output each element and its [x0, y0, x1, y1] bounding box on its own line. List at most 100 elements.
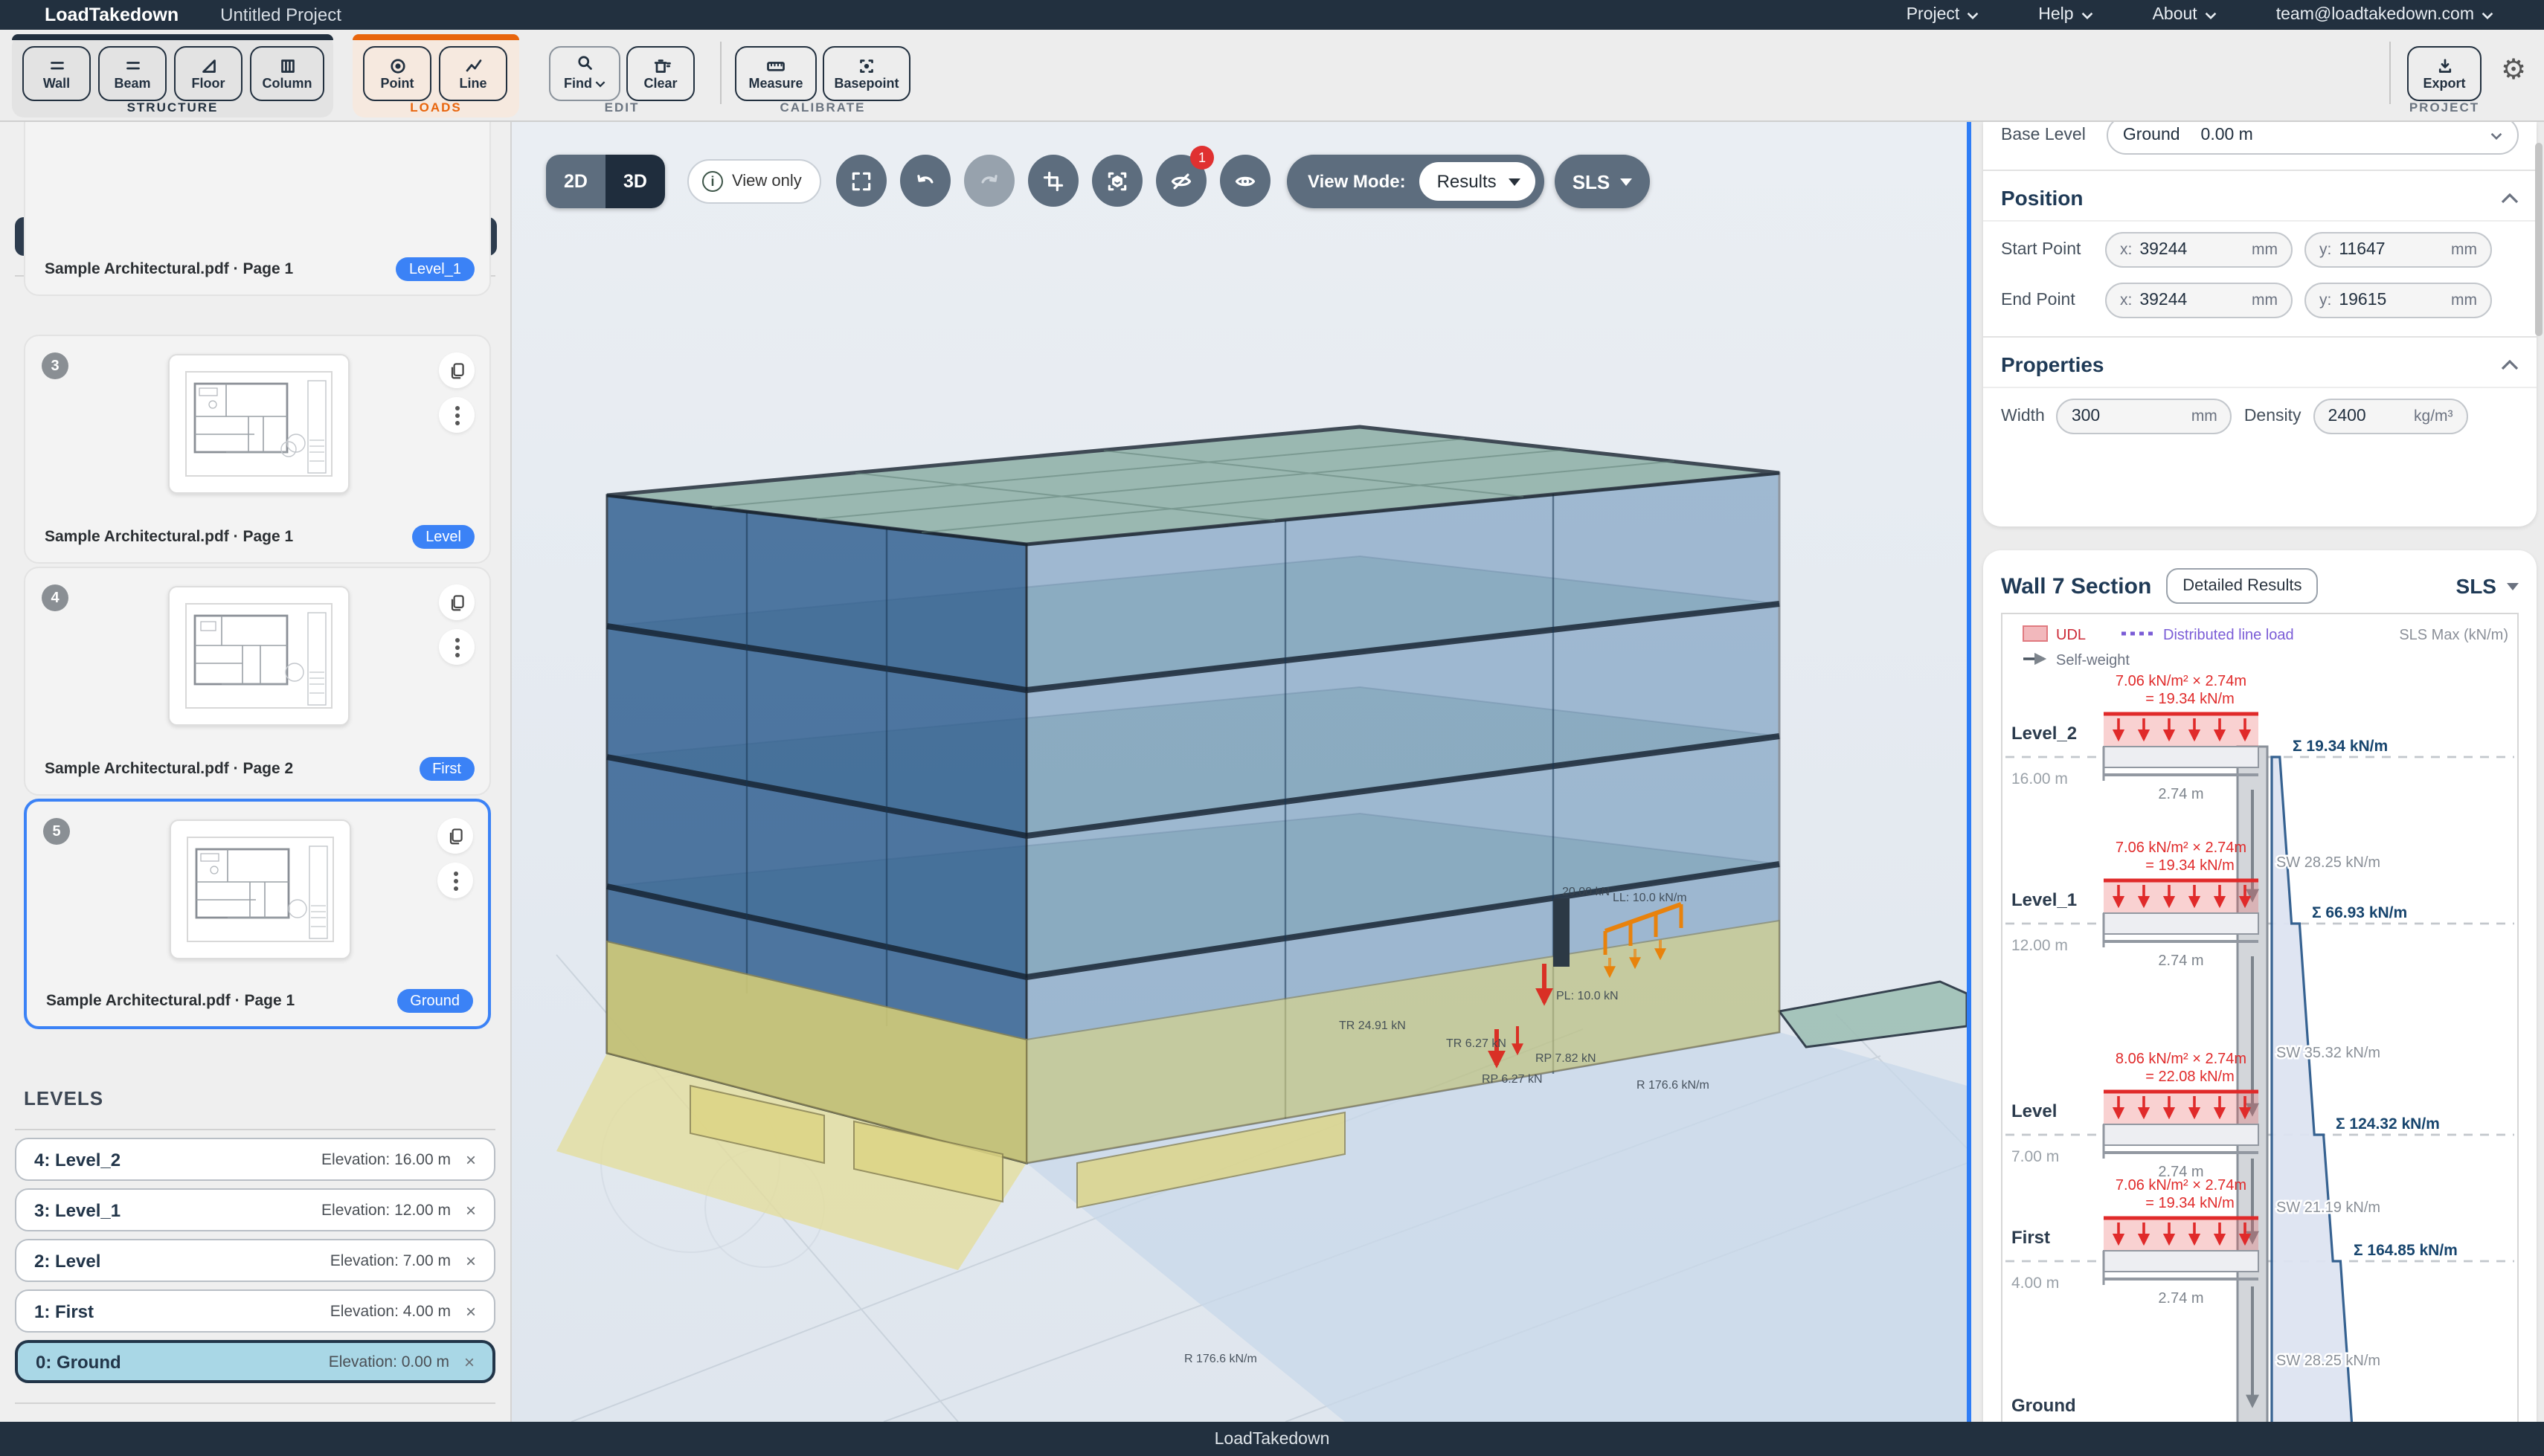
column-button[interactable]: Column — [250, 46, 324, 101]
section-header: Wall 7 Section Detailed Results SLS — [2001, 568, 2519, 604]
page-card-3[interactable]: 3 — [24, 335, 491, 564]
end-y-input[interactable]: y: 19615 mm — [2304, 283, 2492, 318]
level-row-ground[interactable]: 0: Ground Elevation: 0.00 m × — [15, 1340, 495, 1383]
model-viewport[interactable]: 20.00 kN LL: 10.0 kN/m PL: 10.0 kN TR 6.… — [512, 122, 1967, 1422]
properties-header[interactable]: Properties — [2001, 348, 2519, 381]
pages-panel: Pages ‹ 5 / 5 › + Scale Move Sample Arch… — [0, 122, 512, 1422]
delete-level-button[interactable]: × — [466, 1199, 476, 1220]
toolbar-divider — [2389, 42, 2391, 104]
start-y-input[interactable]: y: 11647 mm — [2304, 232, 2492, 268]
view-mode-select[interactable]: Results — [1419, 162, 1535, 201]
svg-text:Σ 66.93 kN/m: Σ 66.93 kN/m — [2312, 904, 2407, 921]
delete-level-button[interactable]: × — [466, 1301, 476, 1321]
beam-button[interactable]: Beam — [98, 46, 167, 101]
position-header[interactable]: Position — [2001, 181, 2519, 214]
base-level-label: Base Level — [2001, 126, 2086, 144]
delete-level-button[interactable]: × — [466, 1149, 476, 1170]
scrollbar-thumb[interactable] — [2535, 143, 2543, 336]
level-badge[interactable]: Level — [412, 525, 475, 549]
load-case-select[interactable]: SLS — [1555, 155, 1650, 208]
density-input[interactable]: 2400 kg/m³ — [2313, 399, 2468, 434]
menu-project[interactable]: Project — [1907, 6, 1979, 24]
clear-button[interactable]: Clear — [626, 46, 695, 101]
svg-text:PL: 10.0 kN: PL: 10.0 kN — [1556, 990, 1619, 1002]
svg-text:RP 6.27 kN: RP 6.27 kN — [1482, 1073, 1543, 1086]
page-card-5[interactable]: 5 Sample Arch — [24, 799, 491, 1029]
page-thumbnail[interactable] — [170, 819, 351, 959]
start-x-input[interactable]: x: 39244 mm — [2105, 232, 2293, 268]
delete-level-button[interactable]: × — [466, 1250, 476, 1271]
dropdown-arrow-icon — [1509, 178, 1520, 185]
structure-label: STRUCTURE — [12, 100, 333, 115]
diagram-legend: UDL Distributed line load SLS Max (kN/m)… — [2023, 626, 2508, 669]
duplicate-page-button[interactable] — [437, 818, 473, 854]
info-icon: i — [702, 171, 723, 192]
floorplan-thumbnail — [179, 828, 342, 950]
toggle-2d[interactable]: 2D — [546, 155, 606, 208]
divider — [15, 1129, 495, 1130]
collapse-icon[interactable] — [2501, 359, 2519, 370]
level-badge[interactable]: First — [419, 757, 475, 781]
level-row-level1[interactable]: 3: Level_1 Elevation: 12.00 m × — [15, 1188, 495, 1231]
collapse-icon[interactable] — [2501, 193, 2519, 203]
menu-account[interactable]: team@loadtakedown.com — [2276, 6, 2493, 24]
wall-button[interactable]: Wall — [22, 46, 91, 101]
structure-accent — [12, 34, 333, 40]
project-label: PROJECT — [2401, 100, 2487, 115]
menu-help[interactable]: Help — [2038, 6, 2092, 24]
duplicate-page-button[interactable] — [439, 584, 475, 620]
view-only-pill[interactable]: i View only — [687, 159, 821, 204]
section-load-case-select[interactable]: SLS — [2456, 574, 2519, 598]
menu-about[interactable]: About — [2153, 6, 2217, 24]
settings-gear-icon[interactable]: ⚙ — [2501, 54, 2526, 88]
detailed-results-button[interactable]: Detailed Results — [2166, 568, 2318, 604]
end-x-input[interactable]: x: 39244 mm — [2105, 283, 2293, 318]
redo-button[interactable] — [964, 155, 1015, 207]
page-card-4[interactable]: 4 Sample Architectural.p — [24, 567, 491, 796]
wall-icon — [45, 57, 68, 76]
delete-level-button[interactable]: × — [464, 1351, 475, 1372]
kebab-icon — [453, 878, 457, 883]
svg-text:First: First — [2011, 1228, 2050, 1248]
page-menu-button[interactable] — [439, 397, 475, 433]
point-load-button[interactable]: Point — [363, 46, 431, 101]
show-elements-button[interactable] — [1220, 155, 1271, 207]
level-row-level[interactable]: 2: Level Elevation: 7.00 m × — [15, 1239, 495, 1282]
svg-text:Ground: Ground — [2011, 1396, 2076, 1416]
page-menu-button[interactable] — [439, 629, 475, 665]
page-thumbnail[interactable] — [168, 354, 350, 494]
level-badge[interactable]: Level_1 — [396, 257, 475, 281]
top-bar: LoadTakedown Untitled Project Project He… — [0, 0, 2544, 30]
width-density-row: Width 300 mm Density 2400 kg/m³ — [2001, 399, 2519, 434]
level-row-level2[interactable]: 4: Level_2 Elevation: 16.00 m × — [15, 1138, 495, 1181]
fit-view-button[interactable] — [836, 155, 887, 207]
toggle-3d[interactable]: 3D — [606, 155, 665, 208]
page-thumbnail[interactable] — [168, 586, 350, 726]
loads-group: Point Line LOADS — [353, 34, 519, 117]
crop-button[interactable] — [1028, 155, 1079, 207]
start-point-row: Start Point x: 39244 mm y: 11647 mm — [2001, 232, 2519, 268]
svg-text:7.06 kN/m² × 2.74m: 7.06 kN/m² × 2.74m — [2116, 840, 2246, 856]
base-level-select[interactable]: Ground 0.00 m — [2107, 122, 2519, 155]
hide-elements-button[interactable]: 1 — [1156, 155, 1207, 207]
floorplan-thumbnail — [177, 363, 341, 485]
measure-button[interactable]: Measure — [735, 46, 817, 101]
width-input[interactable]: 300 mm — [2057, 399, 2232, 434]
floor-icon — [197, 57, 219, 76]
point-load-column[interactable] — [1553, 898, 1570, 967]
export-button[interactable]: Export — [2407, 46, 2482, 101]
level-row-first[interactable]: 1: First Elevation: 4.00 m × — [15, 1289, 495, 1333]
chevron-down-icon — [1967, 11, 1979, 19]
trash-icon — [649, 57, 672, 76]
basepoint-button[interactable]: Basepoint — [823, 46, 910, 101]
level-badge[interactable]: Ground — [396, 989, 473, 1013]
page-card-2[interactable]: Sample Architectural.pdf · Page 1 Level_… — [24, 122, 491, 296]
line-load-button[interactable]: Line — [439, 46, 507, 101]
page-menu-button[interactable] — [437, 863, 473, 898]
find-button[interactable]: Find — [549, 46, 620, 101]
floor-button[interactable]: Floor — [174, 46, 242, 101]
undo-button[interactable] — [900, 155, 951, 207]
duplicate-page-button[interactable] — [439, 352, 475, 388]
building-3d-view[interactable]: 20.00 kN LL: 10.0 kN/m PL: 10.0 kN TR 6.… — [512, 122, 1967, 1422]
focus-model-button[interactable] — [1092, 155, 1143, 207]
